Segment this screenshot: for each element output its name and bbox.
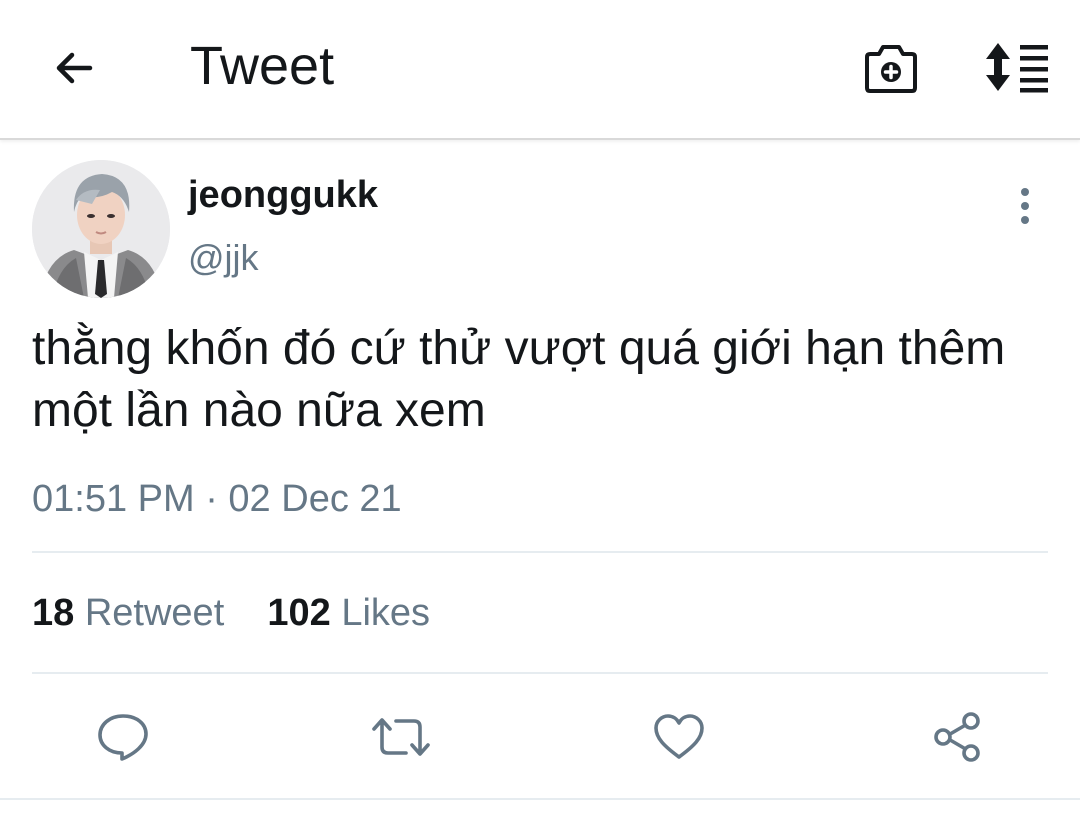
avatar[interactable] <box>32 160 170 298</box>
sort-lines-icon <box>986 43 1048 93</box>
display-name[interactable]: jeonggukk <box>188 172 378 218</box>
likes-count: 102 <box>267 592 331 634</box>
sort-button[interactable] <box>980 36 1054 98</box>
back-button[interactable] <box>44 38 104 98</box>
more-vertical-icon <box>1021 188 1029 224</box>
reply-button[interactable] <box>92 706 154 768</box>
divider <box>32 551 1048 553</box>
retweet-button[interactable] <box>370 706 432 768</box>
reply-icon <box>98 714 148 761</box>
camera-plus-icon <box>865 45 917 93</box>
retweets-count: 18 <box>32 592 75 634</box>
more-options-button[interactable] <box>1004 182 1046 230</box>
likes-stat[interactable]: 102 Likes <box>267 592 430 634</box>
like-button[interactable] <box>648 706 710 768</box>
avatar-image <box>32 160 170 298</box>
divider <box>0 798 1080 800</box>
share-icon <box>934 712 980 762</box>
tweet-timestamp: 01:51 PM · 02 Dec 21 <box>32 478 402 520</box>
heart-icon <box>654 714 704 759</box>
arrow-left-icon <box>56 52 93 84</box>
share-button[interactable] <box>926 706 988 768</box>
divider <box>32 672 1048 674</box>
likes-label: Likes <box>341 592 431 634</box>
retweet-icon <box>372 718 430 756</box>
tweet-stats: 18 Retweet 102 Likes <box>32 588 430 638</box>
user-handle[interactable]: @jjk <box>188 235 259 281</box>
tweet-text: thằng khốn đó cứ thử vượt quá giới hạn t… <box>32 322 1006 437</box>
retweets-label: Retweet <box>84 592 225 634</box>
retweets-stat[interactable]: 18 Retweet <box>32 592 235 634</box>
top-app-bar: Tweet <box>0 0 1080 140</box>
camera-button[interactable] <box>860 38 922 100</box>
page-title: Tweet <box>190 36 335 96</box>
